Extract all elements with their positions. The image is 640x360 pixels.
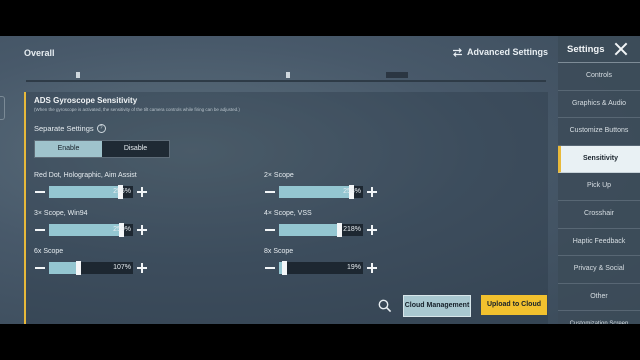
slider-label: 4× Scope, VSS — [264, 210, 312, 217]
section-title: ADS Gyroscope Sensitivity — [34, 96, 138, 105]
slider-track[interactable]: 259% — [49, 223, 133, 237]
sidebar-item-graphics-audio[interactable]: Graphics & Audio — [558, 91, 640, 119]
sidebar-header: Settings — [558, 36, 640, 63]
settings-screen: Overall Advanced Settings ADS Gyroscope … — [0, 36, 640, 324]
slider-track — [386, 72, 408, 78]
slider-thumb[interactable] — [282, 261, 287, 275]
page-title: Overall — [24, 48, 55, 58]
slider-value: 258% — [343, 188, 361, 195]
slider-thumb[interactable] — [76, 261, 81, 275]
upload-to-cloud-button[interactable]: Upload to Cloud — [481, 295, 547, 315]
separate-settings-text: Separate Settings — [34, 124, 94, 133]
swap-arrows-icon — [452, 47, 462, 57]
minus-icon[interactable] — [264, 262, 276, 274]
slider-3x-scope: 3× Scope, Win94 259% — [34, 210, 174, 237]
slider-8x-scope: 8x Scope 19% — [264, 248, 404, 275]
separate-settings-toggle: Enable Disable — [34, 140, 170, 158]
slider-fill — [49, 186, 120, 198]
slider-label: Red Dot, Holographic, Aim Assist — [34, 172, 137, 179]
section-note: (When the gyroscope is activated, the se… — [34, 107, 240, 112]
slider-thumb[interactable] — [337, 223, 342, 237]
sidebar-item-sensitivity[interactable]: Sensitivity — [558, 145, 640, 174]
sidebar-item-controls[interactable]: Controls — [558, 63, 640, 91]
slider-thumb — [76, 72, 80, 78]
slider-track[interactable]: 107% — [49, 261, 133, 275]
separate-settings-label: Separate Settings ? — [34, 124, 106, 133]
slider-label: 6x Scope — [34, 248, 64, 255]
slider-4x-scope: 4× Scope, VSS 218% — [264, 210, 404, 237]
magnifier-icon — [378, 299, 392, 313]
minus-icon[interactable] — [264, 186, 276, 198]
plus-icon[interactable] — [366, 186, 378, 198]
slider-red-dot: Red Dot, Holographic, Aim Assist 256% — [34, 172, 174, 199]
plus-icon[interactable] — [366, 224, 378, 236]
sidebar-item-haptic-feedback[interactable]: Haptic Feedback — [558, 229, 640, 257]
slider-6x-scope: 6x Scope 107% — [34, 248, 174, 275]
ads-gyroscope-card: ADS Gyroscope Sensitivity (When the gyro… — [24, 92, 548, 324]
slider-thumb — [286, 72, 290, 78]
minus-icon[interactable] — [34, 262, 46, 274]
plus-icon[interactable] — [366, 262, 378, 274]
enable-option[interactable]: Enable — [35, 141, 102, 157]
advanced-settings-label: Advanced Settings — [466, 47, 548, 57]
slider-label: 8x Scope — [264, 248, 294, 255]
sidebar-item-customization-screen[interactable]: Customization Screen — [558, 311, 640, 324]
plus-icon[interactable] — [136, 262, 148, 274]
slider-fill — [279, 224, 339, 236]
disable-option[interactable]: Disable — [102, 141, 169, 157]
slider-fill — [49, 224, 121, 236]
slider-track[interactable]: 218% — [279, 223, 363, 237]
sidebar-item-customize-buttons[interactable]: Customize Buttons — [558, 118, 640, 146]
sidebar-item-crosshair[interactable]: Crosshair — [558, 201, 640, 229]
top-bar: Overall Advanced Settings — [0, 36, 558, 70]
minus-icon[interactable] — [264, 224, 276, 236]
sidebar-item-privacy-social[interactable]: Privacy & Social — [558, 256, 640, 284]
previous-section-edge — [26, 72, 546, 82]
help-icon[interactable]: ? — [96, 124, 106, 133]
cloud-management-button[interactable]: Cloud Management — [403, 295, 471, 317]
slider-fill — [49, 262, 78, 274]
settings-sidebar: Settings Controls Graphics & Audio Custo… — [558, 36, 640, 324]
slider-track[interactable]: 256% — [49, 185, 133, 199]
sidebar-title: Settings — [567, 43, 605, 55]
slider-label: 3× Scope, Win94 — [34, 210, 88, 217]
slider-value: 218% — [343, 226, 361, 233]
minus-icon[interactable] — [34, 186, 46, 198]
close-icon[interactable] — [614, 42, 628, 56]
slider-value: 259% — [113, 226, 131, 233]
slider-value: 256% — [113, 188, 131, 195]
sidebar-item-other[interactable]: Other — [558, 284, 640, 312]
advanced-settings-button[interactable]: Advanced Settings — [452, 47, 548, 57]
slider-label: 2× Scope — [264, 172, 294, 179]
minus-icon[interactable] — [34, 224, 46, 236]
side-handle[interactable] — [0, 96, 5, 120]
bottom-bar: Cloud Management Upload to Cloud — [0, 291, 558, 321]
slider-2x-scope: 2× Scope 258% — [264, 172, 404, 199]
plus-icon[interactable] — [136, 186, 148, 198]
plus-icon[interactable] — [136, 224, 148, 236]
sidebar-item-pick-up[interactable]: Pick Up — [558, 173, 640, 201]
slider-fill — [279, 186, 351, 198]
slider-value: 19% — [346, 264, 361, 271]
slider-value: 107% — [113, 264, 131, 271]
slider-track[interactable]: 258% — [279, 185, 363, 199]
slider-track[interactable]: 19% — [279, 261, 363, 275]
search-icon[interactable] — [378, 299, 394, 315]
